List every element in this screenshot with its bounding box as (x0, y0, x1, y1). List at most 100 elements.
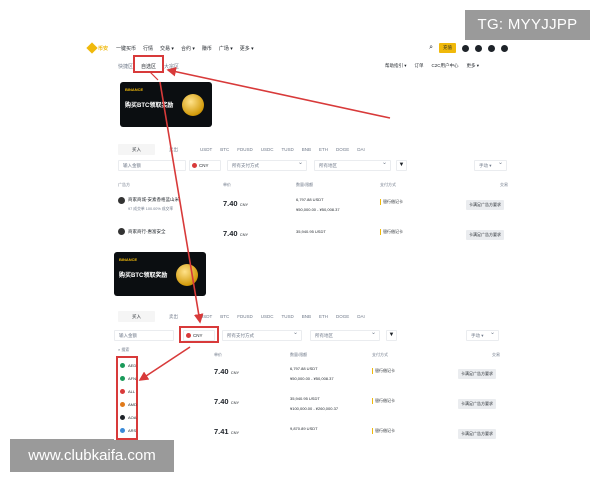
row-price: 7.41 CNY (214, 427, 239, 436)
currency-flag-icon (120, 376, 125, 381)
row-price-value: 7.40 (214, 367, 229, 376)
row-action-button[interactable]: 卡满足广告方要求 (466, 200, 504, 210)
buy-tab[interactable]: 买入 (118, 143, 155, 155)
coin-tab-usdt[interactable]: USDT (200, 314, 212, 319)
notification-icon[interactable] (501, 44, 508, 52)
currency-code: AOA (128, 415, 137, 420)
row-payment-method: 银行借记卡 (372, 368, 395, 374)
banner-title: 购买BTC领取奖励 (119, 273, 168, 279)
currency-option-ars[interactable]: ARS (120, 428, 136, 433)
table-row: 7.40 CNY 6,797.88 USDT ¥50,000.00 - ¥50,… (214, 364, 504, 388)
header-payment: 支付方式 (372, 352, 388, 357)
coin-tab-fdusd[interactable]: FDUSD (237, 314, 253, 319)
help-link[interactable]: 帮助指引 ▾ (385, 63, 407, 69)
coin-tab-doge[interactable]: DOGE (336, 314, 349, 319)
coin-tab-usdc[interactable]: USDC (261, 314, 274, 319)
promo-banner-2[interactable]: BINANCE 购买BTC领取奖励 (114, 252, 206, 296)
deposit-button[interactable]: 充值 (439, 43, 456, 53)
row-available: 6,797.88 USDT (296, 197, 324, 202)
nav-item-square[interactable]: 广场 ▾ (219, 45, 233, 52)
coin-tab-usdc[interactable]: USDC (261, 147, 274, 152)
row-available: 9,870.89 USDT (290, 426, 318, 431)
tab-block[interactable]: 大宗区 (164, 63, 179, 70)
sell-tab[interactable]: 卖出 (155, 143, 192, 155)
row-payment-method: 银行借记卡 (372, 428, 395, 434)
globe-icon[interactable] (488, 44, 495, 52)
currency-option-all[interactable]: ALL (120, 389, 135, 394)
table-row: 7.40 CNY 35,940.95 USDT ¥100,000.00 - ¥2… (214, 394, 504, 418)
advertiser-avatar (118, 197, 125, 204)
payment-select[interactable]: 所有支付方式 (222, 329, 302, 341)
advertiser-name[interactable]: 商家商城-安素香格蓝山米 (128, 197, 179, 203)
row-price-unit: CNY (239, 232, 249, 237)
region-select[interactable]: 所有地区 (310, 329, 380, 341)
sub-right-links: 帮助指引 ▾ 订单 C2C用户中心 更多 ▾ (385, 60, 479, 72)
row-action-button[interactable]: 卡满足广告方要求 (458, 399, 496, 409)
filter-icon[interactable]: ▼ (386, 330, 397, 341)
currency-search-input[interactable]: ⌕ 搜索 (118, 347, 129, 353)
advertiser-name[interactable]: 商家商行-惠富安全 (128, 229, 166, 235)
tab-express[interactable]: 快捷区 (118, 63, 133, 70)
currency-code: ARS (128, 428, 137, 433)
row-price: 7.40 CNY (214, 397, 239, 406)
coin-tab-tusd[interactable]: TUSD (282, 314, 294, 319)
banner-brand: BINANCE (125, 87, 144, 92)
user-icon[interactable] (462, 44, 469, 52)
currency-code: ALL (128, 389, 136, 394)
nav-item-trade[interactable]: 交易 ▾ (160, 45, 174, 52)
nav-item-buy[interactable]: 一键买币 (116, 45, 136, 52)
currency-option-afn[interactable]: AFN (120, 376, 136, 381)
row-price-unit: CNY (230, 430, 240, 435)
row-action-button[interactable]: 卡满足广告方要求 (458, 429, 496, 439)
nav-item-earn[interactable]: 赚币 (202, 45, 212, 52)
currency-option-amd[interactable]: AMD (120, 402, 137, 407)
currency-option-aed[interactable]: AED (120, 363, 136, 368)
coin-tab-btc[interactable]: BTC (220, 147, 229, 152)
filter-icon[interactable]: ▼ (396, 160, 407, 171)
row-available: 35,940.95 USDT (296, 229, 326, 234)
row-price-value: 7.40 (214, 397, 229, 406)
row-action-button[interactable]: 卡满足广告方要求 (466, 230, 504, 240)
coin-tab-bnb[interactable]: BNB (302, 314, 311, 319)
refresh-select[interactable]: 手动 ▾ (466, 329, 499, 341)
table-header: 广告方 单价 数量/限额 支付方式 交易 (118, 182, 510, 190)
sell-tab[interactable]: 卖出 (155, 310, 192, 322)
user-center-link[interactable]: C2C用户中心 (432, 63, 459, 69)
currency-flag-icon (120, 402, 125, 407)
region-select[interactable]: 所有地区 (314, 159, 391, 171)
nav-item-markets[interactable]: 行情 (143, 45, 153, 52)
buy-tab[interactable]: 买入 (118, 310, 155, 322)
amount-input[interactable]: 输入金额 (114, 330, 174, 341)
nav-item-futures[interactable]: 合约 ▾ (181, 45, 195, 52)
search-icon[interactable]: ⌕ (429, 44, 433, 52)
more-link[interactable]: 更多 ▾ (467, 63, 480, 69)
currency-option-aoa[interactable]: AOA (120, 415, 136, 420)
crypto-tabs: 买入 卖出 USDT BTC FDUSD USDC TUSD BNB ETH D… (118, 142, 365, 156)
coin-tab-eth[interactable]: ETH (319, 147, 328, 152)
promo-banner[interactable]: BINANCE 购买BTC领取奖励 (120, 82, 212, 127)
row-payment-method: 银行借记卡 (372, 398, 395, 404)
coin-tab-btc[interactable]: BTC (220, 314, 229, 319)
amount-input[interactable]: 输入金额 (118, 160, 186, 171)
nav-item-more[interactable]: 更多 ▾ (240, 45, 254, 52)
coin-tab-usdt[interactable]: USDT (200, 147, 212, 152)
currency-select[interactable]: CNY (189, 160, 221, 171)
coin-tab-doge[interactable]: DOGE (336, 147, 349, 152)
coin-tab-bnb[interactable]: BNB (302, 147, 311, 152)
coin-tab-dai[interactable]: DAI (357, 314, 365, 319)
refresh-select[interactable]: 手动 ▾ (474, 159, 507, 171)
payment-select[interactable]: 所有支付方式 (227, 159, 307, 171)
coin-tab-eth[interactable]: ETH (319, 314, 328, 319)
coin-tab-tusd[interactable]: TUSD (282, 147, 294, 152)
wallet-icon[interactable] (475, 44, 482, 52)
coin-tab-dai[interactable]: DAI (357, 147, 365, 152)
coin-tab-fdusd[interactable]: FDUSD (237, 147, 253, 152)
table-row: 商家商城-安素香格蓝山米 97 成交单 100.00% 成交率 7.40 CNY… (118, 195, 510, 219)
logo[interactable]: 币安 (86, 42, 108, 54)
currency-code: AED (128, 363, 137, 368)
currency-code: AMD (128, 402, 137, 407)
orders-link[interactable]: 订单 (415, 63, 424, 69)
row-limit: ¥50,000.00 - ¥50,008.37 (290, 376, 334, 381)
row-action-button[interactable]: 卡满足广告方要求 (458, 369, 496, 379)
header-trade: 交易 (492, 352, 500, 357)
